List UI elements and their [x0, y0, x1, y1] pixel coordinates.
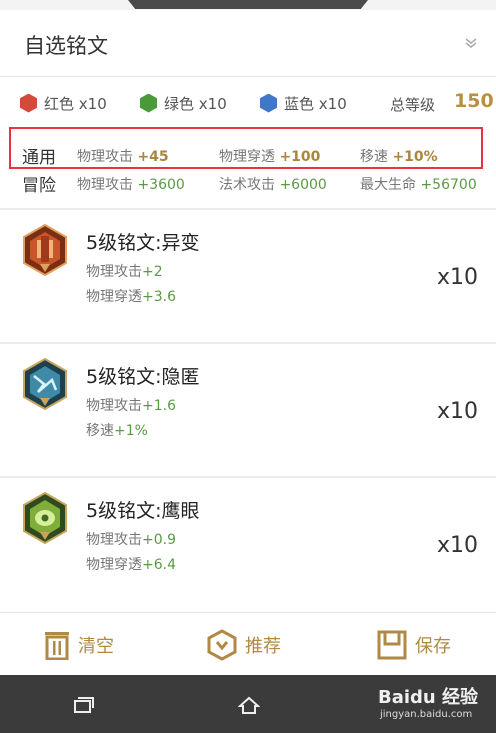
page-title: 自选铭文: [24, 34, 108, 58]
green-hex-icon: [140, 93, 157, 113]
rune-count: x10: [436, 265, 478, 290]
general-stat-1: 物理攻击 +45: [77, 149, 169, 165]
green-rune-icon: [23, 492, 67, 544]
save-icon: [377, 630, 407, 660]
baidu-watermark: Baidu 经验: [378, 687, 479, 708]
rune-card[interactable]: 5级铭文:鹰眼 物理攻击+0.9 物理穿透+6.4 x10: [0, 478, 496, 610]
trash-icon: [45, 632, 69, 660]
total-level-value: 150: [454, 90, 494, 112]
rune-title: 5级铭文:隐匿: [86, 366, 200, 388]
adventure-stat-2: 法术攻击 +6000: [219, 177, 327, 193]
watermark-url: jingyan.baidu.com: [380, 709, 473, 720]
total-level-label: 总等级: [390, 96, 436, 114]
general-label: 通用: [22, 148, 56, 168]
red-count: 红色 x10: [20, 92, 107, 114]
bottom-toolbar: 清空 推荐 保存: [0, 612, 496, 675]
stats-panel: 通用 物理攻击 +45 物理穿透 +100 移速 +10% 冒险 物理攻击 +3…: [0, 127, 496, 209]
save-label: 保存: [415, 636, 451, 657]
rune-stat: 物理攻击+0.9: [86, 532, 176, 548]
chevron-down-icon[interactable]: [464, 36, 478, 50]
pull-tab[interactable]: [128, 0, 368, 9]
rune-card[interactable]: 5级铭文:异变 物理攻击+2 物理穿透+3.6 x10: [0, 210, 496, 342]
blue-rune-icon: [23, 358, 67, 410]
blue-count: 蓝色 x10: [260, 92, 347, 114]
blue-count-label: 蓝色 x10: [284, 94, 347, 113]
adventure-stat-1: 物理攻击 +3600: [77, 177, 185, 193]
home-icon[interactable]: [238, 695, 260, 715]
system-nav-bar: Baidu 经验 jingyan.baidu.com: [0, 675, 496, 733]
rune-title: 5级铭文:异变: [86, 232, 200, 254]
general-stat-3: 移速 +10%: [360, 149, 438, 165]
save-button[interactable]: 保存: [377, 629, 451, 661]
rune-stat: 物理穿透+6.4: [86, 557, 176, 573]
rune-stat: 物理穿透+3.6: [86, 289, 176, 305]
adventure-label: 冒险: [22, 176, 56, 196]
recent-apps-icon[interactable]: [72, 695, 94, 715]
rune-stat: 物理攻击+1.6: [86, 398, 176, 414]
general-stats-row: 通用 物理攻击 +45 物理穿透 +100 移速 +10%: [0, 143, 496, 168]
green-count: 绿色 x10: [140, 92, 227, 114]
recommend-button[interactable]: 推荐: [207, 629, 281, 661]
clear-button[interactable]: 清空: [44, 629, 114, 661]
rune-card[interactable]: 5级铭文:隐匿 物理攻击+1.6 移速+1% x10: [0, 344, 496, 476]
rune-title: 5级铭文:鹰眼: [86, 500, 200, 522]
adventure-stat-3: 最大生命 +56700: [360, 177, 477, 193]
color-summary: 红色 x10 绿色 x10 蓝色 x10 总等级 150: [0, 77, 496, 127]
header: 自选铭文: [0, 10, 496, 76]
recommend-label: 推荐: [245, 636, 281, 657]
rune-stat: 移速+1%: [86, 423, 148, 439]
blue-hex-icon: [260, 93, 277, 113]
green-count-label: 绿色 x10: [164, 94, 227, 113]
adventure-stats-row: 冒险 物理攻击 +3600 法术攻击 +6000 最大生命 +56700: [0, 171, 496, 196]
general-stat-2: 物理穿透 +100: [219, 149, 321, 165]
red-rune-icon: [23, 224, 67, 276]
rune-count: x10: [436, 399, 478, 424]
recommend-hex-icon: [207, 629, 237, 661]
rune-stat: 物理攻击+2: [86, 264, 163, 280]
red-count-label: 红色 x10: [44, 94, 107, 113]
rune-count: x10: [436, 533, 478, 558]
clear-label: 清空: [78, 636, 114, 657]
red-hex-icon: [20, 93, 37, 113]
